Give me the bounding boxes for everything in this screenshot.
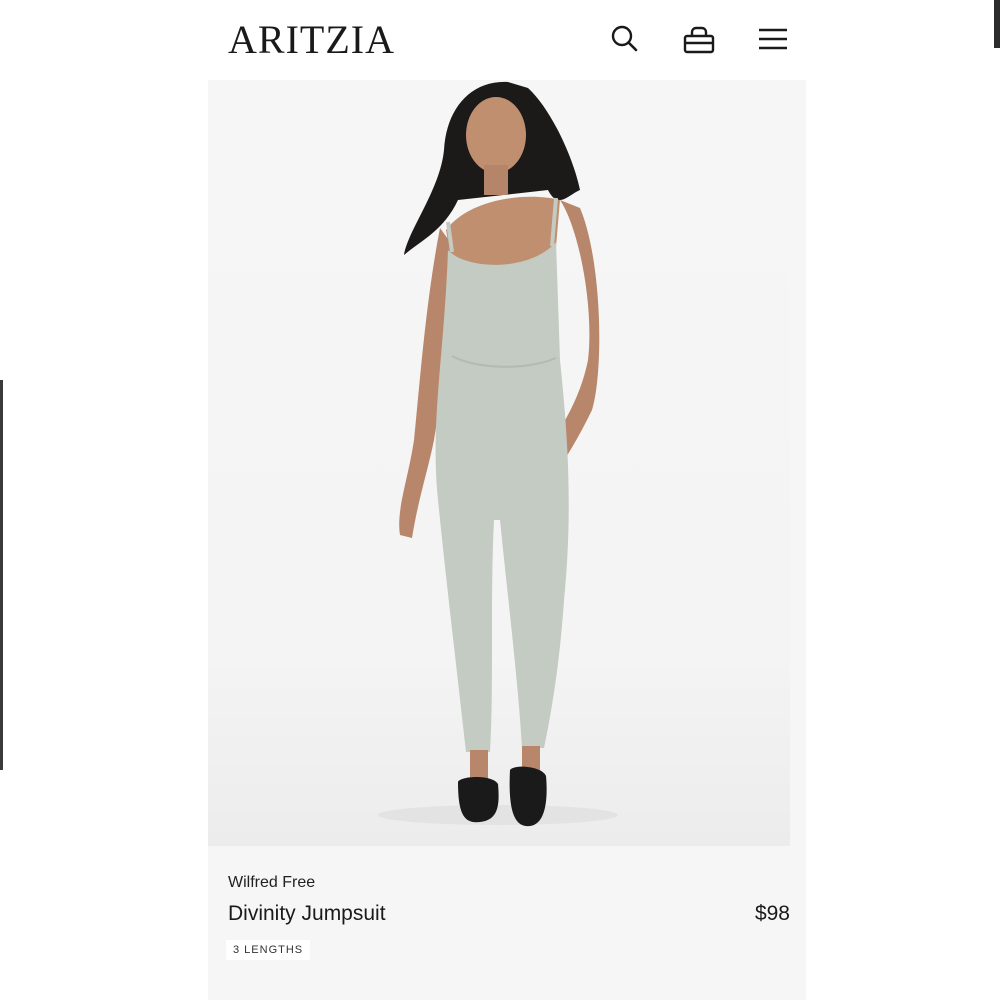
lengths-badge: 3 LENGTHS xyxy=(226,940,311,960)
product-price: $98 xyxy=(754,902,790,925)
screen-edge-left xyxy=(0,380,3,770)
shopping-bag-icon[interactable] xyxy=(682,22,716,56)
product-name[interactable]: Divinity Jumpsuit xyxy=(228,902,386,926)
product-listing-page: ARITZIA Wilfred Free Divinity Jumpsuit $… xyxy=(0,0,1000,1000)
screen-edge-right xyxy=(994,0,1000,48)
model-figure xyxy=(378,81,618,827)
brand-logo[interactable]: ARITZIA xyxy=(228,18,395,62)
search-icon[interactable] xyxy=(608,22,642,56)
menu-icon[interactable] xyxy=(756,22,790,56)
product-image[interactable] xyxy=(208,80,790,846)
product-card[interactable]: Wilfred Free Divinity Jumpsuit $98 3 LEN… xyxy=(208,80,806,1000)
site-header: ARITZIA xyxy=(216,0,806,80)
product-brand: Wilfred Free xyxy=(228,874,316,891)
